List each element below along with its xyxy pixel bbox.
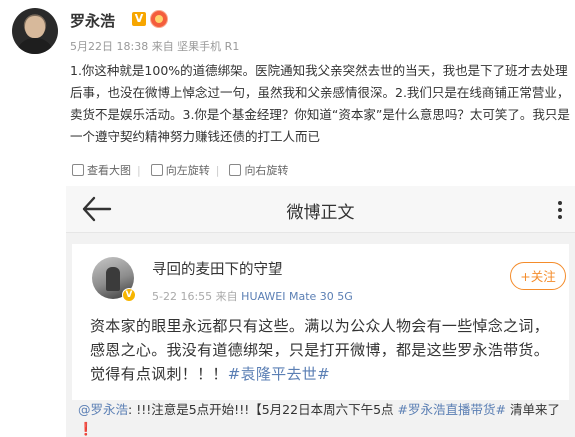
avatar[interactable] — [12, 8, 58, 54]
embedded-nav-bar: 微博正文 — [66, 186, 575, 233]
view-large-label: 查看大图 — [87, 164, 131, 177]
magnify-icon — [72, 164, 84, 176]
retweet-block: @罗永浩: !!!注意是5点开始!!!【5月22日本周六下午5点 #罗永浩直播带… — [66, 400, 575, 437]
card-from: 来自 — [215, 290, 238, 303]
post-body-text: 1.你这种就是100%的道德绑架。医院通知我父亲突然去世的当天，我也是下了班才去… — [70, 63, 570, 144]
card-text: 资本家的眼里永远都只有这些。满以为公众人物会有一些悼念之词，感恩之心。我没有道德… — [90, 314, 562, 386]
rotate-left-label: 向左旋转 — [165, 164, 210, 177]
toolbar-divider: | — [137, 163, 141, 177]
topic-link[interactable]: #袁隆平去世# — [228, 365, 330, 383]
retweet-topic-link[interactable]: #罗永浩直播带货# — [398, 402, 506, 417]
vip-badge-icon: V — [132, 12, 146, 26]
image-toolbar: 查看大图 | 向左旋转 | 向右旋转 — [66, 156, 575, 184]
level-badge-icon — [150, 10, 168, 28]
nav-title: 微博正文 — [286, 203, 355, 223]
card-meta: 5-22 16:55 来自 HUAWEI Mate 30 5G — [152, 288, 353, 304]
post-header: 罗永浩 V 5月22日 18:38 来自 坚果手机 R1 — [12, 6, 572, 56]
rotate-right-button[interactable]: 向右旋转 — [229, 162, 288, 178]
post-meta: 5月22日 18:38 来自 坚果手机 R1 — [70, 40, 240, 53]
card-time: 5-22 16:55 — [152, 290, 213, 303]
card-device[interactable]: HUAWEI Mate 30 5G — [241, 290, 353, 303]
rotate-right-icon — [229, 164, 242, 176]
user-name[interactable]: 罗永浩 — [70, 10, 115, 31]
embedded-screenshot[interactable]: 微博正文 V 寻回的麦田下的守望 5-22 16:55 来自 HUAWEI Ma… — [66, 186, 575, 437]
view-large-button[interactable]: 查看大图 | — [72, 162, 141, 178]
mention-link[interactable]: @罗永浩 — [78, 402, 128, 417]
rotate-left-button[interactable]: 向左旋转 | — [150, 162, 220, 178]
card-user-name[interactable]: 寻回的麦田下的守望 — [152, 258, 283, 279]
toolbar-divider: | — [215, 163, 220, 177]
retweet-text-a: : !!!注意是5点开始!!!【5月22日本周六下午5点 — [128, 402, 398, 417]
rotate-right-label: 向右旋转 — [244, 164, 289, 177]
verified-badge-icon: V — [122, 288, 136, 302]
more-vertical-icon[interactable] — [557, 200, 563, 220]
avatar-face — [25, 16, 45, 38]
rotate-left-icon — [150, 164, 163, 176]
avatar-shoulders — [16, 38, 54, 54]
follow-button[interactable]: +关注 — [510, 262, 566, 290]
